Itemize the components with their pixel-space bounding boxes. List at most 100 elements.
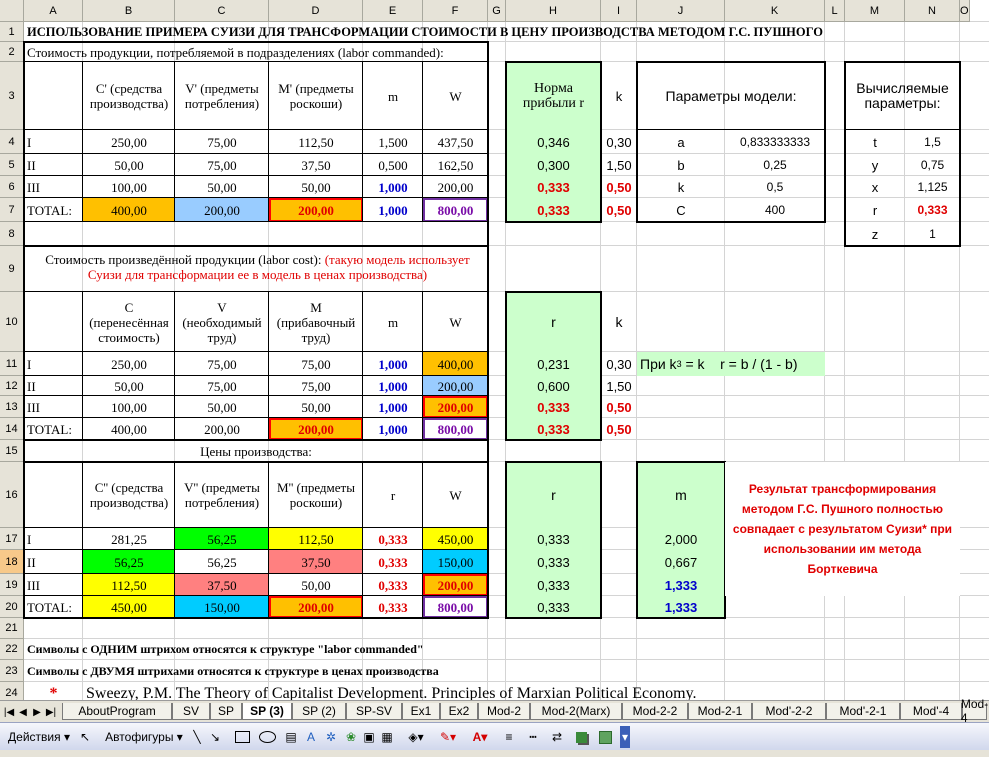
sheet-tab[interactable]: Mod-2-2 — [622, 703, 688, 720]
3d-icon[interactable] — [598, 729, 612, 745]
row-header[interactable]: 8 — [0, 222, 24, 246]
sec2-k-header[interactable]: k — [601, 292, 637, 352]
autoshapes-menu[interactable]: Автофигуры ▾ — [100, 729, 188, 745]
row-header[interactable]: 18 — [0, 550, 24, 574]
sheet-title[interactable]: ИСПОЛЬЗОВАНИЕ ПРИМЕРА СУИЗИ ДЛЯ ТРАНСФОР… — [24, 22, 845, 42]
spreadsheet-grid[interactable]: A B C D E F G H I J K L M N O 1 2 3 4 5 6 7 8 9 10 11 12 13 14 15 16 17… — [0, 0, 989, 700]
reference-line-1[interactable]: Sweezy, P.M. The Theory of Capitalist De… — [83, 682, 960, 700]
row-header[interactable]: 13 — [0, 396, 24, 418]
row-header[interactable]: 3 — [0, 62, 24, 130]
diagram-icon[interactable]: ✲ — [324, 729, 338, 745]
row-header[interactable]: 14 — [0, 418, 24, 440]
select-all-corner[interactable] — [0, 0, 24, 22]
next-sheet-icon[interactable]: ▶ — [31, 704, 43, 720]
toolbar-options-icon[interactable]: ▾ — [620, 726, 630, 748]
row-header[interactable]: 16 — [0, 462, 24, 528]
row-header[interactable]: 24 — [0, 682, 24, 700]
sec1-k-cell[interactable]: 0,50 — [601, 198, 637, 222]
sheet-tab[interactable]: Mod'-2-2 — [752, 703, 826, 720]
sheet-tab[interactable]: SP (3) — [242, 703, 292, 720]
picture-icon[interactable]: ▣ — [362, 729, 376, 745]
sheet-tab[interactable]: Mod-4 — [961, 697, 988, 725]
select-objects-icon[interactable]: ↖ — [78, 729, 92, 745]
sec1-k-header[interactable]: k — [601, 62, 637, 130]
note-row-23[interactable]: Символы с ДВУМЯ штрихами относятся к стр… — [24, 660, 960, 682]
row-header[interactable]: 21 — [0, 618, 24, 639]
row-header[interactable]: 22 — [0, 639, 24, 660]
row-header[interactable]: 20 — [0, 596, 24, 618]
sec2-k-cell[interactable]: 0,50 — [601, 396, 637, 418]
line-icon[interactable]: ╲ — [190, 729, 204, 745]
column-header[interactable]: O — [960, 0, 970, 22]
first-sheet-icon[interactable]: |◀ — [3, 704, 15, 720]
last-sheet-icon[interactable]: ▶| — [45, 704, 57, 720]
row-header[interactable]: 4 — [0, 130, 24, 154]
arrow-icon[interactable]: ↘ — [208, 729, 222, 745]
sheet-tab[interactable]: Ex1 — [402, 703, 440, 720]
row-header[interactable]: 7 — [0, 198, 24, 222]
column-header[interactable]: G — [488, 0, 506, 22]
actions-menu[interactable]: Действия ▾ — [4, 729, 74, 745]
prev-sheet-icon[interactable]: ◀ — [17, 704, 29, 720]
sheet-tab[interactable]: Mod'-4 — [900, 703, 962, 720]
column-header[interactable]: N — [905, 0, 960, 22]
sheet-tab[interactable]: Mod'-2-1 — [826, 703, 900, 720]
column-header[interactable]: L — [825, 0, 845, 22]
column-header[interactable]: K — [725, 0, 825, 22]
column-header[interactable]: F — [423, 0, 488, 22]
column-header[interactable]: H — [506, 0, 601, 22]
row-header[interactable]: 12 — [0, 376, 24, 396]
line-style-icon[interactable]: ≡ — [502, 729, 516, 745]
column-header[interactable]: A — [24, 0, 83, 22]
rectangle-icon[interactable] — [234, 729, 250, 745]
row-header[interactable]: 11 — [0, 352, 24, 376]
column-header[interactable]: I — [601, 0, 637, 22]
column-header[interactable]: J — [637, 0, 725, 22]
sheet-tab[interactable]: Mod-2 — [478, 703, 530, 720]
insert-picture-icon[interactable]: ▦ — [380, 729, 394, 745]
sheet-tab[interactable]: SP (2) — [292, 703, 346, 720]
sec2-k-cell[interactable]: 1,50 — [601, 376, 637, 396]
reference-asterisk[interactable]: * — [24, 682, 83, 700]
sheet-tab[interactable]: Mod-2-1 — [688, 703, 752, 720]
row-header[interactable]: 10 — [0, 292, 24, 352]
textbox-icon[interactable]: ▤ — [284, 729, 298, 745]
column-header[interactable]: M — [845, 0, 905, 22]
row-header[interactable]: 23 — [0, 660, 24, 682]
font-color-icon[interactable]: A▾ — [468, 729, 492, 745]
clipart-icon[interactable]: ❀ — [344, 729, 358, 745]
wordart-icon[interactable]: A — [304, 729, 318, 745]
sheet-tab[interactable]: AboutProgram — [62, 703, 172, 720]
sheet-tab[interactable]: SP-SV — [346, 703, 402, 720]
sec1-k-cell[interactable]: 0,50 — [601, 176, 637, 198]
row-header[interactable]: 9 — [0, 246, 24, 292]
oval-icon[interactable] — [258, 729, 276, 745]
column-header[interactable]: C — [175, 0, 269, 22]
row-header[interactable]: 6 — [0, 176, 24, 198]
row-header[interactable]: 5 — [0, 154, 24, 176]
note-row-22[interactable]: Символы с ОДНИМ штрихом относятся к стру… — [24, 639, 960, 660]
sec2-k-cell[interactable]: 0,30 — [601, 352, 637, 376]
column-header[interactable]: E — [363, 0, 423, 22]
line-color-icon[interactable]: ✎▾ — [436, 729, 460, 745]
formula-note[interactable]: При k3 = k r = b / (1 - b) — [637, 352, 825, 376]
sheet-tab[interactable]: Mod-2(Marx) — [530, 703, 622, 720]
row-header[interactable]: 17 — [0, 528, 24, 550]
sec1-k-cell[interactable]: 1,50 — [601, 154, 637, 176]
sheet-tab[interactable]: SP — [210, 703, 242, 720]
fill-color-icon[interactable]: ◈▾ — [404, 729, 428, 745]
column-header[interactable]: D — [269, 0, 363, 22]
shadow-icon[interactable] — [574, 729, 588, 745]
sheet-tab[interactable]: SV — [172, 703, 210, 720]
column-header[interactable]: B — [83, 0, 175, 22]
arrow-style-icon[interactable]: ⇄ — [550, 729, 564, 745]
dash-style-icon[interactable]: ┅ — [526, 729, 540, 745]
sec1-k-cell[interactable]: 0,30 — [601, 130, 637, 154]
result-note[interactable]: Результат трансформирования методом Г.С.… — [725, 462, 960, 596]
row-header[interactable]: 19 — [0, 574, 24, 596]
row-header[interactable]: 15 — [0, 440, 24, 462]
row-header[interactable]: 1 — [0, 22, 24, 42]
sheet-tab[interactable]: Ex2 — [440, 703, 478, 720]
row-header[interactable]: 2 — [0, 42, 24, 62]
sec2-k-cell[interactable]: 0,50 — [601, 418, 637, 440]
